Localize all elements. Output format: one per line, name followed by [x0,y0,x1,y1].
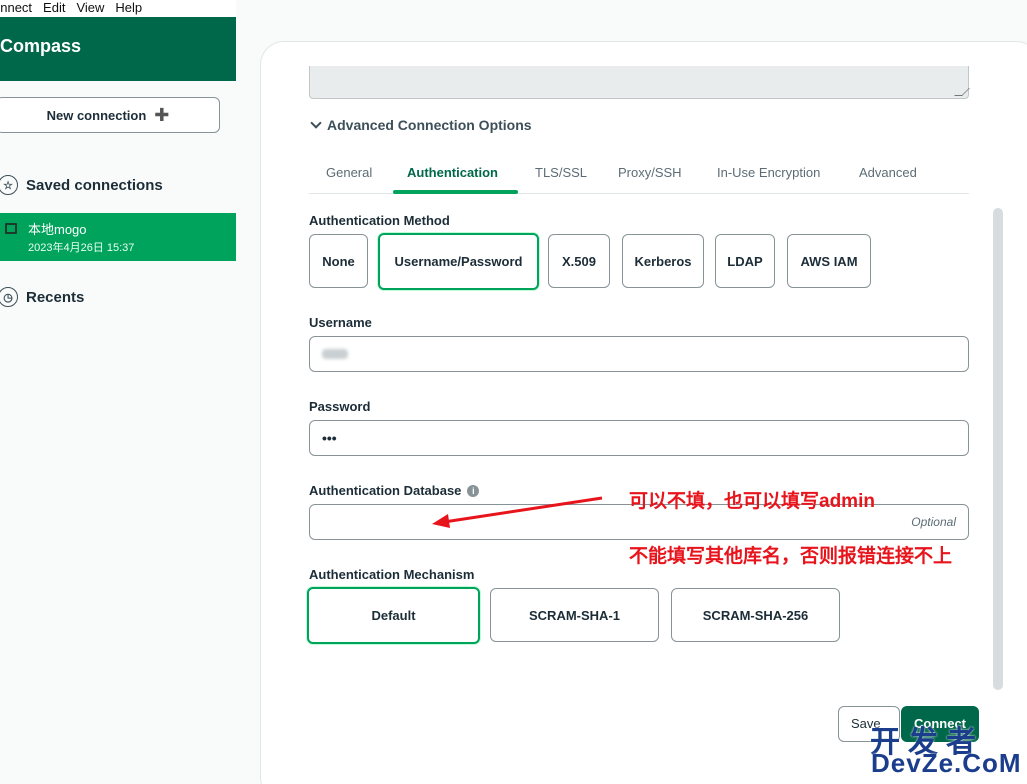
tab-tls-ssl[interactable]: TLS/SSL [535,165,587,180]
tab-advanced[interactable]: Advanced [859,165,917,180]
password-input[interactable]: ••• [309,420,969,456]
new-connection-button[interactable]: New connection ✚ [0,97,220,133]
username-value-blurred [322,349,348,359]
auth-database-placeholder: Optional [911,515,956,529]
auth-mechanism-label: Authentication Mechanism [309,567,475,582]
auth-method-none[interactable]: None [309,234,368,288]
star-icon: ☆ [0,175,18,195]
annotation-note-1: 可以不填，也可以填写admin [629,491,875,512]
username-label: Username [309,315,372,330]
resize-handle-icon[interactable] [954,88,970,96]
brand-header: Compass [0,17,236,81]
connection-string-textarea[interactable] [309,66,970,99]
recents-header[interactable]: ◷ Recents [0,287,84,307]
auth-method-x509[interactable]: X.509 [548,234,610,288]
chevron-down-icon [310,117,322,129]
active-tab-indicator [393,190,518,194]
sidebar: Compass New connection ✚ ☆ Saved connect… [0,17,236,784]
options-tabs: General Authentication TLS/SSL Proxy/SSH… [309,152,969,194]
menu-view[interactable]: View [76,0,104,17]
menu-edit[interactable]: Edit [43,0,65,17]
saved-connection-item[interactable]: 本地mogo 2023年4月26日 15:37 [0,213,236,261]
auth-method-label: Authentication Method [309,213,450,228]
mechanism-scram-sha-1[interactable]: SCRAM-SHA-1 [490,588,659,642]
password-label: Password [309,399,371,414]
new-connection-label: New connection [46,107,147,123]
password-value: ••• [322,430,337,446]
advanced-options-toggle[interactable]: Advanced Connection Options [309,117,532,133]
auth-method-kerberos[interactable]: Kerberos [622,234,704,288]
history-icon: ◷ [0,287,18,307]
auth-method-ldap[interactable]: LDAP [715,234,775,288]
panel-scrollbar[interactable] [993,208,1003,690]
compass-window: onnect Edit View Help Compass New connec… [0,0,1027,784]
tab-proxy-ssh[interactable]: Proxy/SSH [618,165,682,180]
plus-icon: ✚ [154,105,170,125]
tab-authentication[interactable]: Authentication [407,165,498,180]
menu-bar: onnect Edit View Help [0,0,236,17]
username-input[interactable] [309,336,969,372]
menu-connect[interactable]: onnect [0,0,32,17]
brand-title: Compass [0,36,82,56]
annotation-note-2: 不能填写其他库名，否则报错连接不上 [629,546,953,567]
tab-in-use-encryption[interactable]: In-Use Encryption [717,165,820,180]
saved-connection-date: 2023年4月26日 15:37 [28,242,135,254]
saved-connections-title: Saved connections [26,176,163,194]
watermark-line-2: DevZe.CoM [871,748,1022,778]
saved-connection-name: 本地mogo [28,222,87,237]
mechanism-scram-sha-256[interactable]: SCRAM-SHA-256 [671,588,840,642]
annotation-arrow-icon [432,496,603,528]
advanced-options-label: Advanced Connection Options [327,117,532,133]
saved-connections-header[interactable]: ☆ Saved connections [0,175,163,195]
mechanism-default[interactable]: Default [307,587,480,644]
recents-title: Recents [26,288,85,306]
auth-method-aws-iam[interactable]: AWS IAM [787,234,871,288]
menu-help[interactable]: Help [115,0,142,17]
auth-method-username-password[interactable]: Username/Password [378,233,539,290]
connection-icon [5,223,17,234]
tab-general[interactable]: General [326,165,372,180]
